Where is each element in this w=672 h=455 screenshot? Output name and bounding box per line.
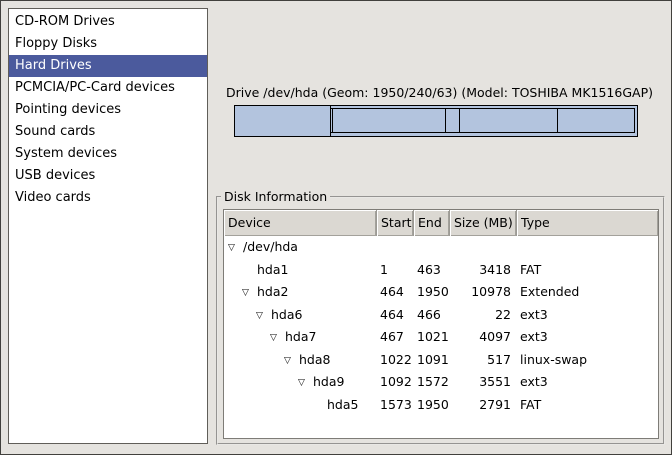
- sidebar-item-floppy-disks[interactable]: Floppy Disks: [9, 33, 207, 55]
- sidebar-item-hard-drives[interactable]: Hard Drives: [9, 55, 207, 77]
- table-row-hda6[interactable]: ▽hda6 464 466 22 ext3: [224, 304, 658, 327]
- end-cell: 1021: [414, 326, 450, 349]
- size-cell: 517: [450, 349, 517, 372]
- sidebar-item-label: PCMCIA/PC-Card devices: [15, 80, 175, 95]
- sidebar-item-pointing-devices[interactable]: Pointing devices: [9, 99, 207, 121]
- end-cell: 1091: [414, 349, 450, 372]
- type-cell: FAT: [517, 394, 658, 417]
- device-label: hda6: [271, 307, 302, 322]
- end-cell: 1950: [414, 394, 450, 417]
- device-label: hda8: [299, 352, 330, 367]
- end-cell: 1572: [414, 371, 450, 394]
- partition-bar: [234, 105, 638, 137]
- type-cell: Extended: [517, 281, 658, 304]
- size-cell: 3551: [450, 371, 517, 394]
- device-category-list[interactable]: CD-ROM Drives Floppy Disks Hard Drives P…: [8, 8, 208, 444]
- extended-partition-hda2: [330, 108, 635, 133]
- end-cell: 463: [414, 259, 450, 282]
- type-cell: linux-swap: [517, 349, 658, 372]
- size-cell: 10978: [450, 281, 517, 304]
- sidebar-item-label: Video cards: [15, 190, 91, 205]
- device-cell: ▽/dev/hda: [224, 236, 377, 259]
- start-cell: 467: [377, 326, 414, 349]
- start-cell: 1: [377, 259, 414, 282]
- expander-icon[interactable]: ▽: [242, 282, 257, 304]
- table-row-hda7[interactable]: ▽hda7 467 1021 4097 ext3: [224, 326, 658, 349]
- start-cell: 1092: [377, 371, 414, 394]
- expander-icon[interactable]: ▽: [256, 305, 271, 327]
- sidebar-item-label: USB devices: [15, 168, 95, 183]
- sidebar-item-label: System devices: [15, 146, 117, 161]
- start-cell: [377, 236, 414, 259]
- column-header-size-mb[interactable]: Size (MB): [450, 210, 517, 236]
- device-cell: ▽hda2: [224, 281, 377, 304]
- start-cell: 1022: [377, 349, 414, 372]
- type-cell: ext3: [517, 326, 658, 349]
- device-cell: hda1: [224, 259, 377, 282]
- expander-icon[interactable]: ▽: [298, 372, 313, 394]
- table-row-dev-hda[interactable]: ▽/dev/hda: [224, 236, 658, 259]
- sidebar-item-label: Hard Drives: [15, 58, 92, 73]
- sidebar-item-video-cards[interactable]: Video cards: [9, 187, 207, 209]
- type-cell: [517, 236, 658, 259]
- start-cell: 464: [377, 304, 414, 327]
- device-label: hda2: [257, 284, 288, 299]
- logical-partition-boundary-hda8: [459, 109, 460, 132]
- device-cell: ▽hda7: [224, 326, 377, 349]
- device-cell: ▽hda8: [224, 349, 377, 372]
- device-cell: ▽hda9: [224, 371, 377, 394]
- column-header-end[interactable]: End: [414, 210, 450, 236]
- sidebar-item-cd-rom-drives[interactable]: CD-ROM Drives: [9, 11, 207, 33]
- table-row-hda1[interactable]: hda1 1 463 3418 FAT: [224, 259, 658, 282]
- column-header-device[interactable]: Device: [224, 210, 377, 236]
- table-row-hda8[interactable]: ▽hda8 1022 1091 517 linux-swap: [224, 349, 658, 372]
- device-label: /dev/hda: [243, 239, 298, 254]
- hardware-browser-window: CD-ROM Drives Floppy Disks Hard Drives P…: [0, 0, 672, 455]
- device-cell: hda5: [224, 394, 377, 417]
- column-header-start[interactable]: Start: [377, 210, 414, 236]
- sidebar-item-usb-devices[interactable]: USB devices: [9, 165, 207, 187]
- device-label: hda5: [327, 397, 358, 412]
- sidebar-item-pcmcia-pc-card-devices[interactable]: PCMCIA/PC-Card devices: [9, 77, 207, 99]
- device-label: hda7: [285, 329, 316, 344]
- size-cell: 2791: [450, 394, 517, 417]
- device-label: hda1: [257, 262, 288, 277]
- partition-table: Device Start End Size (MB) Type ▽/dev/hd…: [223, 209, 659, 439]
- device-cell: ▽hda6: [224, 304, 377, 327]
- type-cell: FAT: [517, 259, 658, 282]
- size-cell: 3418: [450, 259, 517, 282]
- sidebar-item-sound-cards[interactable]: Sound cards: [9, 121, 207, 143]
- start-cell: 464: [377, 281, 414, 304]
- size-cell: 4097: [450, 326, 517, 349]
- drive-geometry-title: Drive /dev/hda (Geom: 1950/240/63) (Mode…: [226, 85, 646, 100]
- device-label: hda9: [313, 374, 344, 389]
- table-row-hda5[interactable]: hda5 1573 1950 2791 FAT: [224, 394, 658, 417]
- end-cell: 1950: [414, 281, 450, 304]
- disk-information-legend: Disk Information: [221, 189, 330, 204]
- end-cell: [414, 236, 450, 259]
- size-cell: 22: [450, 304, 517, 327]
- type-cell: ext3: [517, 304, 658, 327]
- sidebar-item-label: CD-ROM Drives: [15, 14, 115, 29]
- logical-partition-boundary-hda9: [557, 109, 558, 132]
- logical-partition-boundary-hda7: [445, 109, 446, 132]
- start-cell: 1573: [377, 394, 414, 417]
- table-row-hda2[interactable]: ▽hda2 464 1950 10978 Extended: [224, 281, 658, 304]
- column-header-type[interactable]: Type: [517, 210, 658, 236]
- expander-icon[interactable]: ▽: [228, 237, 243, 259]
- sidebar-item-label: Pointing devices: [15, 102, 121, 117]
- logical-partition-boundary-hda6: [332, 109, 333, 132]
- partition-table-header: Device Start End Size (MB) Type: [224, 210, 658, 236]
- size-cell: [450, 236, 517, 259]
- partition-table-body: ▽/dev/hda hda1 1 463 3418 FAT ▽hda2 464 …: [224, 236, 658, 416]
- end-cell: 466: [414, 304, 450, 327]
- sidebar-item-label: Sound cards: [15, 124, 95, 139]
- sidebar-item-system-devices[interactable]: System devices: [9, 143, 207, 165]
- expander-icon[interactable]: ▽: [284, 350, 299, 372]
- table-row-hda9[interactable]: ▽hda9 1092 1572 3551 ext3: [224, 371, 658, 394]
- type-cell: ext3: [517, 371, 658, 394]
- sidebar-item-label: Floppy Disks: [15, 36, 97, 51]
- expander-icon[interactable]: ▽: [270, 327, 285, 349]
